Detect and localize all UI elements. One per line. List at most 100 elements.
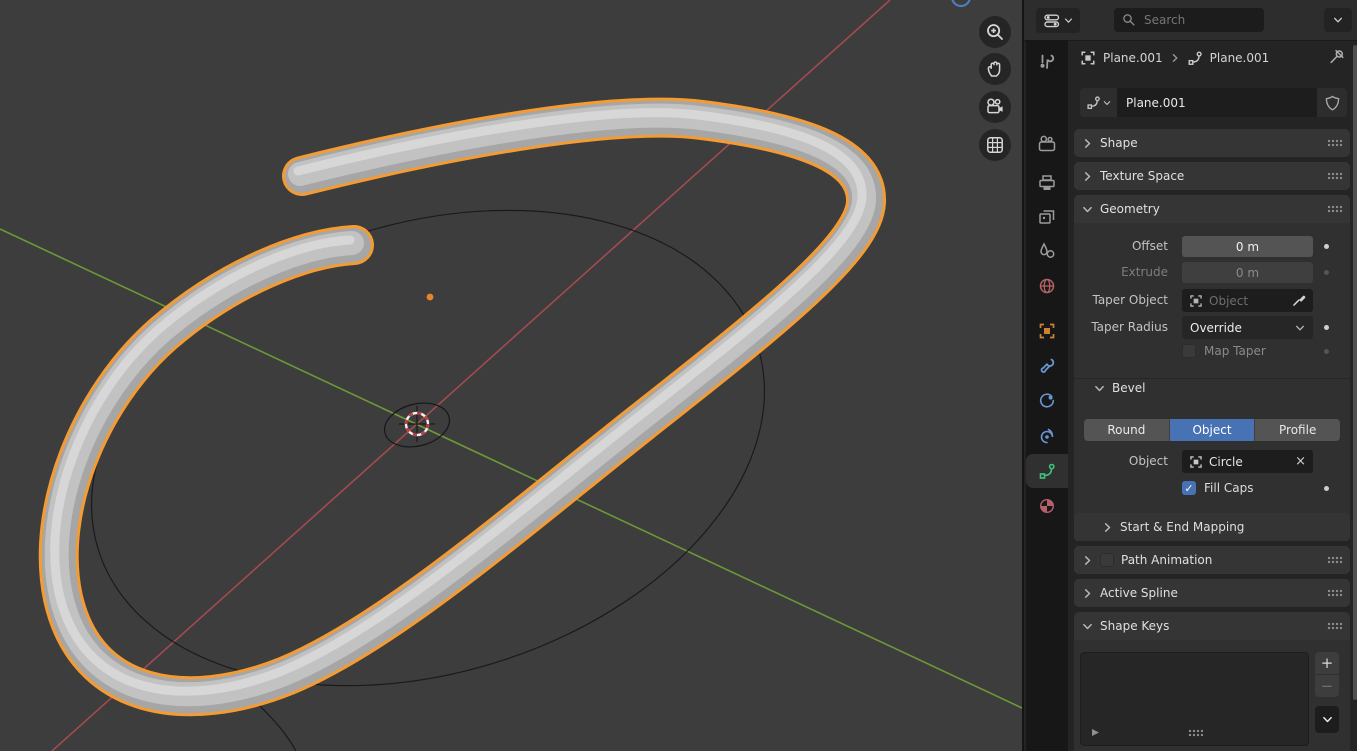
tab-scene[interactable] — [1026, 234, 1068, 268]
add-shape-key-button[interactable]: + — [1315, 652, 1339, 674]
fake-user-toggle[interactable] — [1317, 88, 1347, 117]
extrude-field[interactable]: 0 m — [1182, 262, 1313, 283]
tool-icon — [1038, 53, 1056, 71]
nav-gizmo[interactable] — [952, 0, 970, 6]
start-end-mapping-label: Start & End Mapping — [1120, 520, 1244, 534]
extrude-animate-dot[interactable] — [1324, 270, 1329, 275]
fill-caps-animate-dot[interactable] — [1324, 486, 1329, 491]
panel-drag-handle[interactable] — [1327, 205, 1342, 213]
bevel-object-field[interactable]: Circle × — [1182, 450, 1313, 473]
tab-view-layer[interactable] — [1026, 200, 1068, 234]
subpanel-start-end-mapping[interactable]: Start & End Mapping — [1074, 513, 1350, 541]
bevel-mode-object[interactable]: Object — [1170, 419, 1256, 441]
object-icon — [1038, 322, 1056, 340]
zoom-button[interactable] — [979, 16, 1011, 48]
tab-material[interactable] — [1026, 489, 1068, 523]
pan-hand-icon — [985, 59, 1005, 79]
shape-keys-list[interactable] — [1080, 652, 1309, 746]
object-icon — [1080, 50, 1096, 66]
shape-key-specials-button[interactable] — [1315, 706, 1339, 733]
chevron-right-icon — [1082, 138, 1093, 149]
header-options-button[interactable] — [1324, 8, 1352, 32]
search-input[interactable] — [1142, 12, 1251, 28]
panel-active-spline[interactable]: Active Spline — [1074, 579, 1350, 607]
taper-radius-animate-dot[interactable] — [1324, 325, 1329, 330]
modifier-wrench-icon — [1038, 357, 1056, 375]
panel-drag-handle[interactable] — [1327, 172, 1342, 180]
pin-id-button[interactable] — [1328, 48, 1346, 66]
panel-geometry-label: Geometry — [1100, 202, 1160, 216]
3d-viewport[interactable] — [0, 0, 1022, 751]
remove-shape-key-button[interactable]: − — [1315, 675, 1339, 697]
path-animation-checkbox[interactable] — [1100, 553, 1114, 567]
pan-button[interactable] — [979, 53, 1011, 85]
panel-texture-space[interactable]: Texture Space — [1074, 162, 1350, 190]
taper-radius-dropdown[interactable]: Override — [1182, 316, 1313, 339]
taper-object-label: Taper Object — [1074, 293, 1168, 307]
properties-header — [1024, 0, 1357, 41]
shield-icon — [1325, 95, 1340, 111]
object-origin-dot — [427, 294, 434, 301]
offset-animate-dot[interactable] — [1324, 244, 1329, 249]
subpanel-bevel-header[interactable]: Bevel — [1094, 381, 1145, 395]
panel-shape[interactable]: Shape — [1074, 129, 1350, 157]
curve-data-icon — [1086, 95, 1101, 110]
pin-icon — [1328, 48, 1346, 66]
panel-drag-handle[interactable] — [1327, 589, 1342, 597]
bevel-mode-round[interactable]: Round — [1084, 419, 1170, 441]
taper-object-field[interactable]: Object — [1182, 289, 1313, 312]
view-layer-icon — [1038, 208, 1056, 226]
tab-render[interactable] — [1026, 127, 1068, 161]
tab-object-data[interactable] — [1026, 454, 1068, 488]
panel-shape-keys[interactable]: Shape Keys — [1074, 612, 1350, 640]
panel-scrollbar[interactable] — [1353, 45, 1357, 700]
panel-texture-space-label: Texture Space — [1100, 169, 1184, 183]
map-taper-checkbox[interactable] — [1182, 344, 1196, 358]
blender-window: Plane.001 Plane.001 Plane.001 — [0, 0, 1357, 751]
tab-physics[interactable] — [1026, 384, 1068, 418]
bevel-mode-profile[interactable]: Profile — [1255, 419, 1340, 441]
fill-caps-checkbox[interactable] — [1182, 481, 1196, 495]
editor-type-button[interactable] — [1036, 8, 1080, 33]
list-resize-grip[interactable] — [1188, 729, 1203, 737]
offset-field[interactable]: 0 m — [1182, 236, 1313, 257]
panel-drag-handle[interactable] — [1327, 622, 1342, 630]
search-field[interactable] — [1114, 8, 1264, 32]
id-name-input[interactable]: Plane.001 — [1117, 88, 1317, 117]
extrude-label: Extrude — [1074, 265, 1168, 279]
tab-tool[interactable] — [1026, 45, 1068, 79]
map-taper-label: Map Taper — [1204, 344, 1266, 358]
map-taper-animate-dot[interactable] — [1324, 349, 1329, 354]
chevron-right-icon — [1082, 588, 1093, 599]
id-type-dropdown[interactable] — [1080, 88, 1117, 117]
panel-shape-keys-label: Shape Keys — [1100, 619, 1169, 633]
panel-path-animation[interactable]: Path Animation — [1074, 546, 1350, 574]
chevron-right-icon — [1082, 555, 1093, 566]
camera-view-button[interactable] — [979, 91, 1011, 123]
zoom-icon — [985, 22, 1005, 42]
chevron-down-icon — [1082, 621, 1093, 632]
offset-value: 0 m — [1236, 240, 1259, 254]
curve-object[interactable] — [55, 113, 866, 697]
filter-expand-icon[interactable] — [1091, 728, 1100, 737]
panel-active-spline-label: Active Spline — [1100, 586, 1178, 600]
panel-geometry[interactable]: Geometry — [1074, 195, 1350, 223]
taper-radius-value: Override — [1190, 321, 1242, 335]
bevel-object-label: Object — [1074, 454, 1168, 468]
tab-object[interactable] — [1026, 314, 1068, 348]
chevron-down-icon — [1082, 204, 1093, 215]
perspective-toggle-button[interactable] — [979, 129, 1011, 161]
tab-output[interactable] — [1026, 166, 1068, 200]
object-icon — [1189, 455, 1203, 469]
3d-cursor — [399, 406, 435, 442]
panel-drag-handle[interactable] — [1327, 139, 1342, 147]
panel-drag-handle[interactable] — [1327, 556, 1342, 564]
curve-data-icon — [1038, 462, 1056, 480]
clear-object-icon[interactable]: × — [1295, 455, 1306, 468]
id-name-value: Plane.001 — [1126, 96, 1186, 110]
tab-world[interactable] — [1026, 269, 1068, 303]
eyedropper-icon[interactable] — [1291, 293, 1306, 308]
tab-constraints[interactable] — [1026, 419, 1068, 453]
axis-y-green — [0, 229, 1022, 708]
tab-modifiers[interactable] — [1026, 349, 1068, 383]
